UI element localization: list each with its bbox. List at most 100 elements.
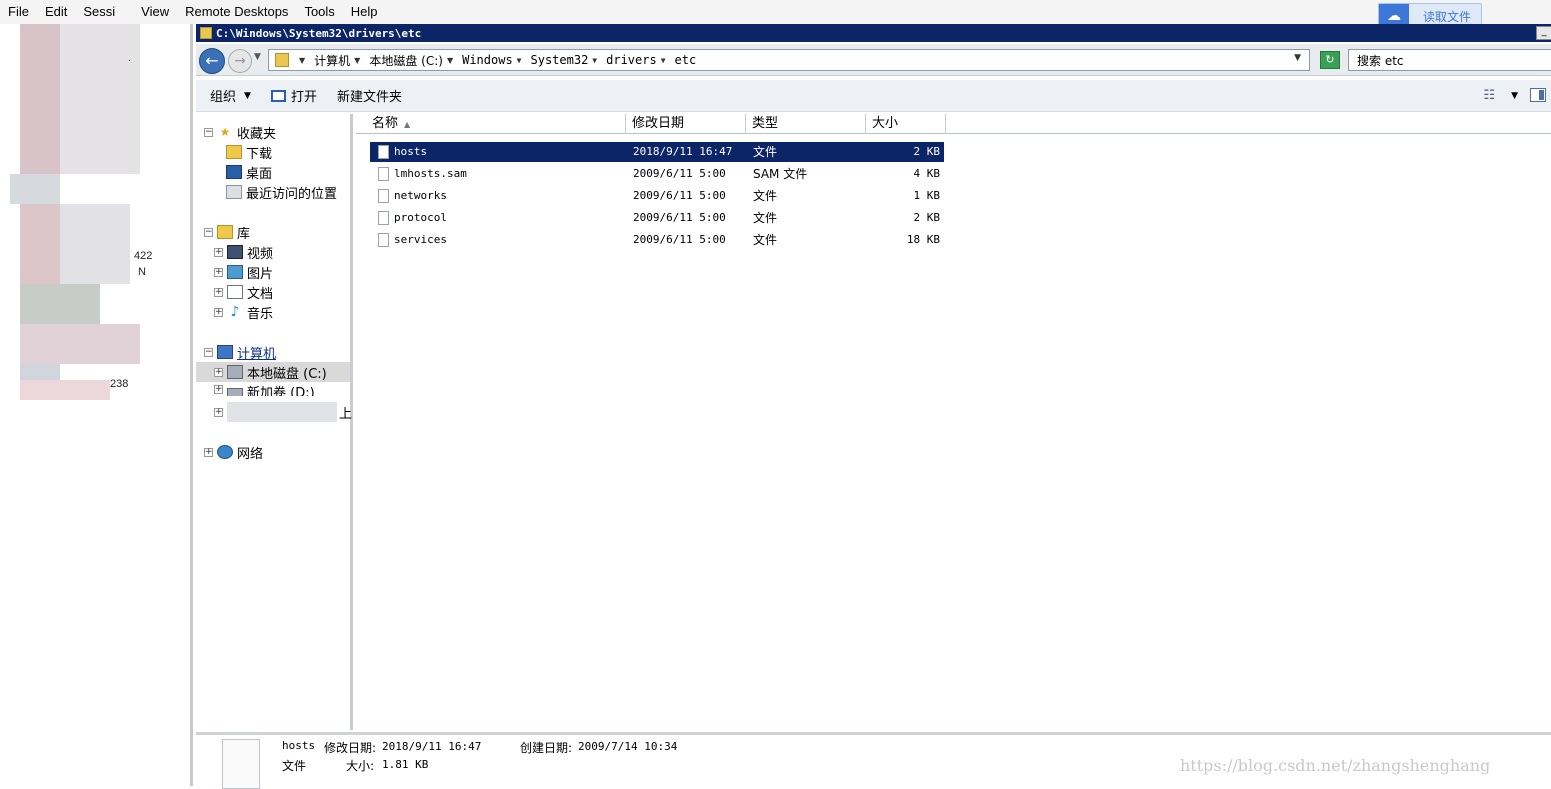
list-view-icon: ☷	[1483, 88, 1496, 103]
tree-desktop[interactable]: 桌面	[226, 162, 272, 182]
tree-libraries[interactable]: − 库	[204, 222, 250, 242]
pixelated-block	[60, 24, 140, 174]
file-row[interactable]: networks 2009/6/11 5:00 文件 1 KB	[370, 186, 944, 206]
back-button[interactable]: ←	[199, 48, 225, 74]
file-modified: 2009/6/11 5:00	[633, 167, 726, 180]
tree-computer[interactable]: − 计算机	[204, 342, 276, 362]
tree-label: 新加卷 (D:)	[247, 386, 315, 396]
menu-help[interactable]: Help	[343, 0, 386, 24]
tree-label: 音乐	[247, 306, 274, 322]
file-row[interactable]: protocol 2009/6/11 5:00 文件 2 KB	[370, 208, 944, 228]
breadcrumb-windows[interactable]: Windows ▼	[462, 53, 526, 67]
expand-icon[interactable]: +	[214, 407, 223, 417]
breadcrumb-label: Windows	[462, 53, 513, 67]
expand-icon[interactable]: +	[214, 267, 223, 277]
address-dropdown-icon[interactable]: ▼	[1294, 53, 1301, 63]
file-list-pane: 名称 ▲ 修改日期 类型 大小 hosts 2018/9/11 16:47 文件 2 K…	[356, 114, 1551, 730]
file-icon	[378, 189, 389, 203]
tree-label: 桌面	[246, 166, 273, 182]
pictures-icon	[227, 265, 243, 279]
tree-videos[interactable]: + 视频	[214, 242, 273, 262]
column-label: 修改日期	[632, 116, 685, 131]
open-button[interactable]: 打开	[270, 86, 317, 105]
tree-recent-places[interactable]: 最近访问的位置	[226, 182, 337, 202]
tree-new-volume-d[interactable]: + 新加卷 (D:)	[214, 382, 315, 396]
refresh-button[interactable]: ↻	[1320, 51, 1340, 69]
expand-icon[interactable]: +	[214, 247, 223, 257]
breadcrumb-root-chevron[interactable]: ▼	[295, 56, 310, 65]
sort-ascending-icon: ▲	[404, 120, 411, 129]
file-size: 2 KB	[913, 211, 941, 224]
expand-icon[interactable]: +	[214, 307, 223, 317]
details-created-label: 创建日期:	[520, 741, 573, 755]
collapse-icon[interactable]: −	[204, 347, 213, 357]
session-tree-panel: . 422 N 238	[0, 24, 190, 786]
chevron-down-icon: ▼	[354, 55, 361, 65]
file-row[interactable]: lmhosts.sam 2009/6/11 5:00 SAM 文件 4 KB	[370, 164, 944, 184]
obscured-text: .	[128, 52, 132, 64]
command-toolbar: 组织 ▼ 打开 新建文件夹 ☷ ▼	[196, 80, 1551, 112]
column-header-name[interactable]: 名称 ▲	[356, 114, 626, 134]
file-size: 2 KB	[913, 145, 941, 158]
file-modified: 2009/6/11 5:00	[633, 211, 726, 224]
search-input[interactable]: 搜索 etc	[1348, 49, 1551, 71]
file-row[interactable]: services 2009/6/11 5:00 文件 18 KB	[370, 230, 944, 250]
column-header-modified[interactable]: 修改日期	[626, 114, 746, 134]
organize-button[interactable]: 组织 ▼	[210, 86, 251, 105]
tree-music[interactable]: + ♪ 音乐	[214, 302, 273, 322]
tree-pictures[interactable]: + 图片	[214, 262, 273, 282]
tree-label: 下载	[246, 146, 273, 162]
pixelated-block	[20, 324, 140, 364]
details-size-label: 大小:	[346, 759, 375, 773]
tree-network-drive[interactable]: + 上	[214, 402, 352, 422]
tree-favorites[interactable]: − ★ 收藏夹	[204, 122, 276, 142]
menu-edit[interactable]: Edit	[37, 0, 75, 24]
menu-remote-desktops[interactable]: Remote Desktops	[177, 0, 296, 24]
address-bar[interactable]: ▼ 计算机 ▼ 本地磁盘 (C:) ▼ Windows ▼ System32 ▼ dri…	[268, 49, 1310, 71]
forward-button[interactable]: →	[228, 49, 252, 73]
tree-label: 最近访问的位置	[246, 186, 338, 202]
expand-icon[interactable]: +	[214, 287, 223, 297]
file-type: 文件	[753, 233, 778, 247]
file-modified: 2009/6/11 5:00	[633, 189, 726, 202]
tree-local-disk-c[interactable]: + 本地磁盘 (C:)	[196, 362, 350, 382]
menu-session[interactable]: Sessi	[75, 0, 123, 24]
collapse-icon[interactable]: −	[204, 127, 213, 137]
tree-downloads[interactable]: 下载	[226, 142, 272, 162]
column-header-type[interactable]: 类型	[746, 114, 866, 134]
file-row[interactable]: hosts 2018/9/11 16:47 文件 2 KB	[370, 142, 944, 162]
expand-icon[interactable]: +	[214, 385, 223, 394]
window-title: C:\Windows\System32\drivers\etc	[216, 26, 422, 40]
breadcrumb-computer[interactable]: 计算机 ▼	[314, 52, 365, 69]
breadcrumb-etc[interactable]: etc	[675, 53, 697, 67]
obscured-text: 238	[110, 378, 129, 390]
menu-tools[interactable]: Tools	[296, 0, 342, 24]
document-icon	[227, 285, 243, 299]
minimize-button[interactable]: _	[1536, 26, 1551, 40]
expand-icon[interactable]: +	[214, 367, 223, 377]
file-modified: 2009/6/11 5:00	[633, 233, 726, 246]
history-dropdown-icon[interactable]: ▼	[254, 52, 261, 62]
file-type: 文件	[753, 189, 778, 203]
breadcrumb-label: drivers	[606, 53, 657, 67]
column-header-size[interactable]: 大小	[866, 114, 946, 134]
tree-network[interactable]: + 网络	[204, 442, 263, 462]
breadcrumb-local-disk[interactable]: 本地磁盘 (C:) ▼	[369, 52, 458, 69]
column-label: 大小	[872, 116, 899, 131]
file-name: lmhosts.sam	[394, 167, 467, 180]
preview-pane-button[interactable]	[1530, 88, 1546, 102]
pixelated-block	[10, 174, 60, 204]
tree-documents[interactable]: + 文档	[214, 282, 273, 302]
tree-label: 收藏夹	[237, 126, 277, 142]
menu-view[interactable]: View	[133, 0, 177, 24]
breadcrumb-drivers[interactable]: drivers ▼	[606, 53, 670, 67]
change-view-button[interactable]: ☷ ▼	[1483, 88, 1518, 103]
menu-file[interactable]: File	[0, 0, 37, 24]
file-icon	[378, 233, 389, 247]
expand-icon[interactable]: +	[204, 447, 213, 457]
drive-icon	[227, 388, 243, 396]
breadcrumb-system32[interactable]: System32 ▼	[531, 53, 603, 67]
new-folder-button[interactable]: 新建文件夹	[337, 86, 402, 105]
collapse-icon[interactable]: −	[204, 227, 213, 237]
tree-label: 网络	[237, 446, 264, 462]
